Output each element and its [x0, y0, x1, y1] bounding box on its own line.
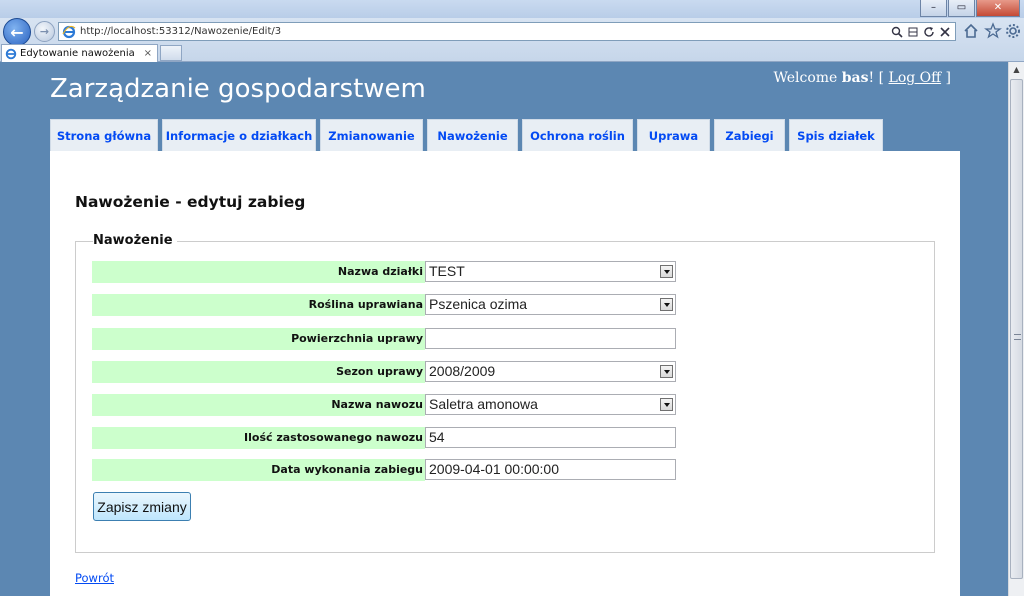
menu-item-zmianowanie[interactable]: Zmianowanie [320, 119, 423, 151]
main-menu: Strona główna Informacje o działkach Zmi… [50, 119, 883, 151]
select-value: TEST [429, 263, 465, 279]
menu-item-spis-dzialek[interactable]: Spis działek [789, 119, 883, 151]
field-label: Sezon uprawy [336, 365, 423, 378]
back-button[interactable]: ← [3, 18, 31, 46]
dropdown-arrow-icon[interactable] [660, 398, 673, 411]
save-button[interactable]: Zapisz zmiany [93, 492, 191, 521]
scroll-grip [1014, 334, 1021, 340]
address-tools [891, 26, 955, 38]
sezon-select[interactable]: 2008/2009 [425, 361, 676, 382]
field-label: Nazwa nawozu [331, 398, 423, 411]
form-row: Powierzchnia uprawy [92, 328, 425, 350]
window-titlebar: – ▭ ✕ [0, 0, 1024, 18]
menu-item-nawozenie[interactable]: Nawożenie [427, 119, 518, 151]
form-row: Nazwa nawozu [92, 394, 425, 416]
dropdown-arrow-icon[interactable] [660, 298, 673, 311]
menu-item-strona-glowna[interactable]: Strona główna [50, 119, 158, 151]
dropdown-arrow-icon[interactable] [660, 365, 673, 378]
welcome-suffix: ! [ [868, 70, 889, 86]
refresh-icon[interactable] [923, 26, 935, 38]
home-icon[interactable] [962, 22, 980, 40]
scroll-thumb[interactable] [1010, 79, 1023, 579]
dropdown-arrow-icon[interactable] [660, 265, 673, 278]
menu-item-zabiegi[interactable]: Zabiegi [714, 119, 785, 151]
fieldset-legend: Nawożenie [93, 233, 177, 248]
close-window-button[interactable]: ✕ [976, 0, 1020, 17]
form-row: Nazwa działki [92, 261, 425, 283]
welcome-prefix: Welcome [773, 70, 842, 86]
select-value: Pszenica ozima [429, 296, 528, 312]
field-label: Data wykonania zabiegu [271, 463, 423, 476]
minimize-button[interactable]: – [920, 0, 947, 17]
forward-button[interactable]: → [34, 21, 55, 42]
form-row: Ilość zastosowanego nawozu [92, 427, 425, 449]
new-tab-button[interactable] [160, 45, 182, 61]
site-title: Zarządzanie gospodarstwem [50, 74, 426, 104]
tab-close-icon[interactable]: × [144, 48, 157, 59]
select-value: 2008/2009 [429, 363, 496, 379]
vertical-scrollbar[interactable]: ▲ [1008, 62, 1024, 596]
nazwa-dzialki-select[interactable]: TEST [425, 261, 676, 282]
address-bar[interactable]: http://localhost:53312/Nawozenie/Edit/3 [58, 22, 956, 41]
username: bas [841, 70, 869, 86]
stop-icon[interactable] [939, 26, 951, 38]
log-off-link[interactable]: Log Off [889, 70, 942, 86]
form-row: Sezon uprawy [92, 361, 425, 383]
page-title: Nawożenie - edytuj zabieg [75, 193, 306, 211]
field-label: Nazwa działki [337, 265, 423, 278]
nawoz-select[interactable]: Saletra amonowa [425, 394, 676, 415]
back-link[interactable]: Powrót [75, 571, 114, 585]
ie-tab-icon [5, 48, 17, 59]
field-label: Roślina uprawiana [308, 298, 423, 311]
powierzchnia-input[interactable] [425, 328, 676, 349]
favorites-star-icon[interactable] [984, 22, 1002, 40]
form-row: Roślina uprawiana [92, 294, 425, 316]
bracket-close: ] [941, 70, 951, 86]
field-label: Ilość zastosowanego nawozu [244, 431, 423, 444]
form-row: Data wykonania zabiegu [92, 459, 425, 481]
ie-logo-icon [62, 25, 76, 38]
data-zabiegu-input[interactable]: 2009-04-01 00:00:00 [425, 459, 676, 480]
tab-title: Edytowanie nawożenia [20, 48, 135, 59]
ilosc-input[interactable]: 54 [425, 427, 676, 448]
tab-edytowanie[interactable]: Edytowanie nawożenia × [1, 44, 158, 62]
field-label: Powierzchnia uprawy [291, 332, 423, 345]
window-buttons: – ▭ ✕ [920, 0, 1020, 17]
maximize-button[interactable]: ▭ [948, 0, 975, 17]
menu-item-uprawa[interactable]: Uprawa [637, 119, 710, 151]
roslina-select[interactable]: Pszenica ozima [425, 294, 676, 315]
menu-item-informacje[interactable]: Informacje o działkach [162, 119, 316, 151]
main-content: Nawożenie - edytuj zabieg Nawożenie Nazw… [50, 151, 960, 596]
menu-item-ochrona-roslin[interactable]: Ochrona roślin [522, 119, 633, 151]
select-value: Saletra amonowa [429, 396, 538, 412]
login-display: Welcome bas! [ Log Off ] [773, 70, 951, 86]
search-icon[interactable] [891, 26, 903, 38]
gear-icon[interactable] [1004, 22, 1022, 40]
url-text[interactable]: http://localhost:53312/Nawozenie/Edit/3 [80, 26, 891, 37]
browser-chrome: – ▭ ✕ ← → http://localhost:53312/Nawozen… [0, 0, 1024, 62]
compat-view-icon[interactable] [907, 26, 919, 38]
scroll-up-arrow-icon[interactable]: ▲ [1009, 62, 1024, 78]
